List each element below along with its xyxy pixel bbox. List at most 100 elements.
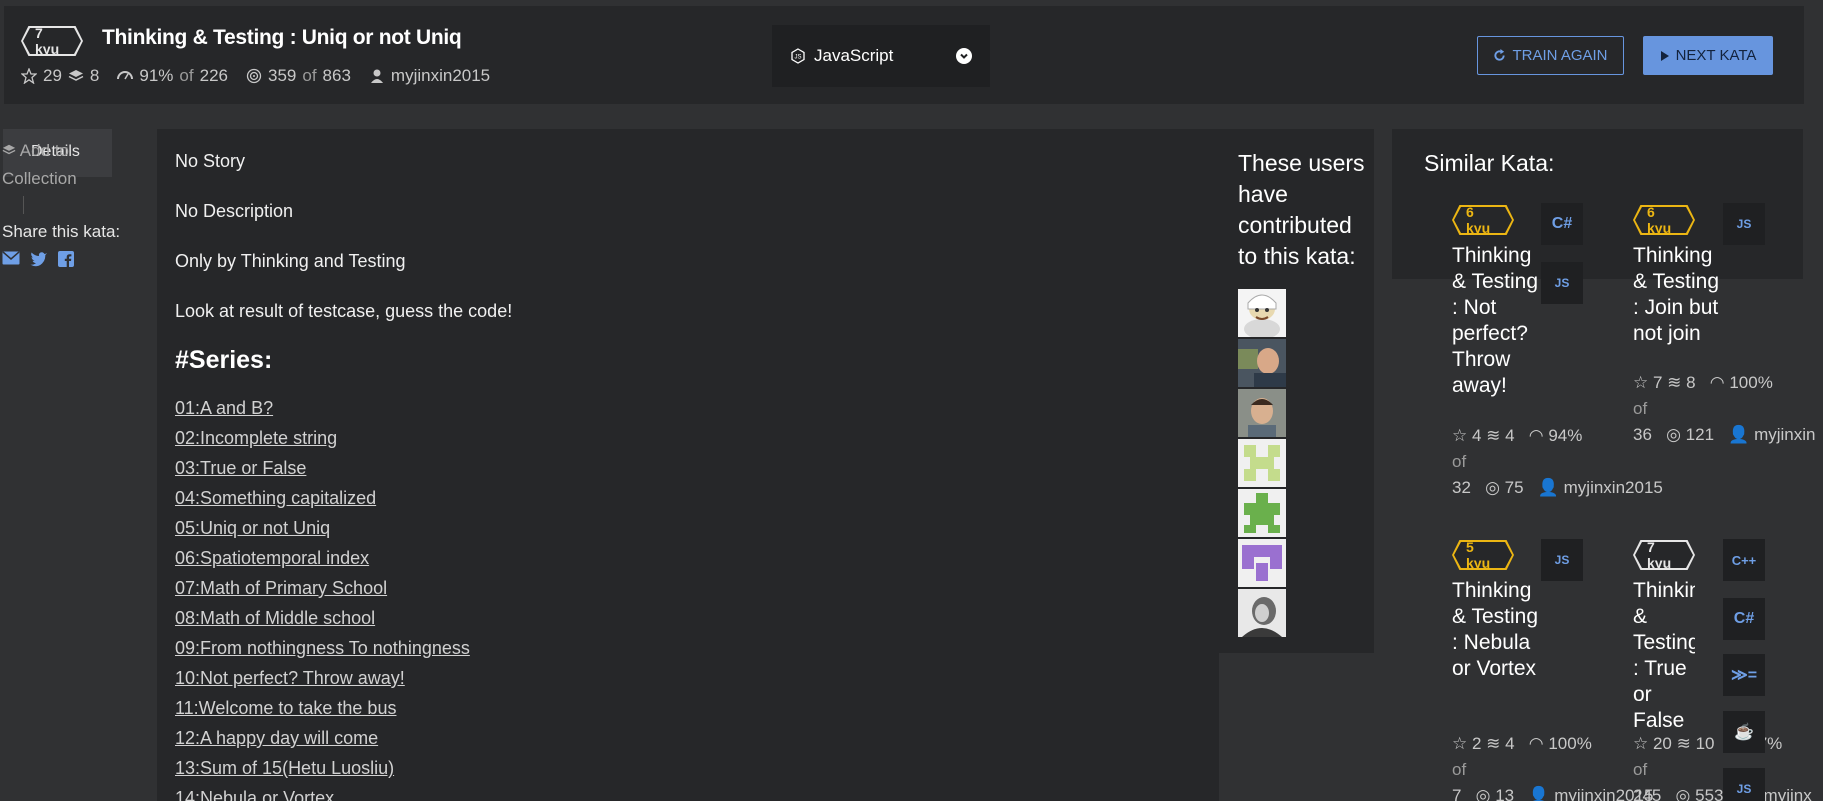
avatar[interactable] bbox=[1238, 439, 1286, 487]
list-item: 12:A happy day will come bbox=[175, 723, 1075, 753]
series-link[interactable]: 14:Nebula or Vortex bbox=[175, 788, 334, 801]
similar-kata-card[interactable]: 7 kyu Thinking & Testing : True or False bbox=[1633, 539, 1695, 734]
description-paragraph: Only by Thinking and Testing bbox=[175, 251, 406, 271]
series-link[interactable]: 11:Welcome to take the bus bbox=[175, 698, 396, 718]
author-link[interactable]: myjinxin2015 bbox=[391, 66, 490, 86]
similar-kata-name[interactable]: Thinking & Testing : Nebula or Vortex bbox=[1452, 578, 1542, 682]
similar-kata-card[interactable]: 6 kyu Thinking & Testing : Join but not … bbox=[1633, 204, 1723, 347]
csharp-icon[interactable]: C# bbox=[1723, 598, 1765, 640]
star-icon[interactable] bbox=[21, 68, 37, 84]
avatar[interactable] bbox=[1238, 489, 1286, 537]
series-link[interactable]: 12:A happy day will come bbox=[175, 728, 378, 748]
series-heading: #Series: bbox=[175, 346, 273, 374]
series-link[interactable]: 02:Incomplete string bbox=[175, 428, 337, 448]
description-paragraph: No Story bbox=[175, 151, 246, 171]
kyu-badge: 6 kyu bbox=[1633, 205, 1695, 235]
satisfaction-icon bbox=[117, 71, 134, 80]
list-item: 10:Not perfect? Throw away! bbox=[175, 663, 1075, 693]
similar-kata-name[interactable]: Thinking & Testing : Join but not join bbox=[1633, 243, 1723, 347]
similar-kata-title: Similar Kata: bbox=[1424, 150, 1555, 176]
list-item: 08:Math of Middle school bbox=[175, 603, 1075, 633]
javascript-icon[interactable]: JS bbox=[1541, 262, 1583, 304]
csharp-icon[interactable]: C# bbox=[1541, 203, 1583, 245]
list-item: 04:Something capitalized bbox=[175, 483, 1075, 513]
kyu-badge: 5 kyu bbox=[1452, 540, 1514, 570]
list-item: 03:True or False bbox=[175, 453, 1075, 483]
series-link[interactable]: 07:Math of Primary School bbox=[175, 578, 387, 598]
satisfaction-value: 91% bbox=[139, 66, 174, 85]
avatar[interactable] bbox=[1238, 339, 1286, 387]
refresh-icon bbox=[1494, 49, 1506, 61]
series-link[interactable]: 05:Uniq or not Uniq bbox=[175, 518, 330, 538]
java-icon[interactable]: ☕ bbox=[1723, 711, 1765, 753]
similar-kata-card[interactable]: 6 kyu Thinking & Testing : Not perfect? … bbox=[1452, 204, 1542, 399]
avatar[interactable] bbox=[1238, 589, 1286, 637]
series-link[interactable]: 01:A and B? bbox=[175, 398, 273, 418]
series-link[interactable]: 04:Something capitalized bbox=[175, 488, 376, 508]
kyu-badge: 7 kyu bbox=[21, 26, 83, 56]
chevron-down-icon bbox=[956, 48, 972, 64]
contributors-title: These users have contributed to this kat… bbox=[1238, 150, 1365, 269]
list-item: 01:A and B? bbox=[175, 393, 1075, 423]
cpp-icon[interactable]: C++ bbox=[1723, 539, 1765, 581]
javascript-icon[interactable]: JS bbox=[1723, 768, 1765, 801]
twitter-icon[interactable] bbox=[30, 251, 48, 267]
series-link[interactable]: 09:From nothingness To nothingness bbox=[175, 638, 470, 658]
language-label: JavaScript bbox=[814, 46, 894, 65]
description-paragraph: No Description bbox=[175, 201, 294, 221]
list-item: 05:Uniq or not Uniq bbox=[175, 513, 1075, 543]
avatar[interactable] bbox=[1238, 289, 1286, 337]
train-again-label: TRAIN AGAIN bbox=[1512, 47, 1608, 64]
collections-icon bbox=[68, 70, 84, 81]
language-select[interactable]: JS JavaScript bbox=[772, 25, 990, 87]
share-label: Share this kata: bbox=[2, 222, 121, 241]
javascript-icon: JS bbox=[791, 48, 805, 64]
of-label-2: of bbox=[302, 66, 317, 85]
list-item: 14:Nebula or Vortex bbox=[175, 783, 1075, 801]
series-link[interactable]: 10:Not perfect? Throw away! bbox=[175, 668, 405, 688]
completions-icon bbox=[246, 68, 262, 84]
haskell-icon[interactable]: ≫= bbox=[1723, 654, 1765, 696]
next-kata-button[interactable]: NEXT KATA bbox=[1643, 36, 1773, 75]
series-list: 01:A and B? 02:Incomplete string 03:True… bbox=[175, 393, 1075, 801]
svg-text:JS: JS bbox=[794, 55, 801, 61]
contributor-avatars bbox=[1238, 289, 1286, 637]
avatar[interactable] bbox=[1238, 389, 1286, 437]
train-again-button[interactable]: TRAIN AGAIN bbox=[1477, 36, 1624, 75]
avatar[interactable] bbox=[1238, 539, 1286, 587]
add-to-collection-link[interactable]: Add to Collection bbox=[2, 137, 112, 193]
list-item: 02:Incomplete string bbox=[175, 423, 1075, 453]
similar-kata-card[interactable]: 5 kyu Thinking & Testing : Nebula or Vor… bbox=[1452, 539, 1542, 682]
kyu-badge: 7 kyu bbox=[1633, 540, 1695, 570]
stars-count: 29 bbox=[43, 66, 62, 85]
next-kata-label: NEXT KATA bbox=[1675, 47, 1757, 64]
similar-kata-stats: ☆ 7 ≋ 8 ◠ 100% of 36 ◎ 121 👤 myjinxin bbox=[1633, 373, 1816, 444]
list-item: 11:Welcome to take the bus bbox=[175, 693, 1075, 723]
votes-count: 226 bbox=[199, 66, 228, 85]
list-item: 07:Math of Primary School bbox=[175, 573, 1075, 603]
collection-icon bbox=[2, 144, 16, 155]
similar-kata-name[interactable]: Thinking & Testing : Not perfect? Throw … bbox=[1452, 243, 1542, 399]
description-paragraph: Look at result of testcase, guess the co… bbox=[175, 301, 513, 321]
of-label: of bbox=[179, 66, 194, 85]
email-icon[interactable] bbox=[2, 251, 20, 265]
series-link[interactable]: 03:True or False bbox=[175, 458, 306, 478]
facebook-icon[interactable] bbox=[58, 251, 74, 267]
kata-stats: 29 8 91% of 226 359 of 863 myjinxin2015 bbox=[21, 66, 490, 86]
list-item: 09:From nothingness To nothingness bbox=[175, 633, 1075, 663]
javascript-icon[interactable]: JS bbox=[1723, 203, 1765, 245]
series-link[interactable]: 13:Sum of 15(Hetu Luosliu) bbox=[175, 758, 394, 778]
total-completions: 863 bbox=[322, 66, 351, 85]
sidebar-divider bbox=[23, 196, 24, 214]
javascript-icon[interactable]: JS bbox=[1541, 539, 1583, 581]
series-link[interactable]: 08:Math of Middle school bbox=[175, 608, 375, 628]
series-link[interactable]: 06:Spatiotemporal index bbox=[175, 548, 369, 568]
completions-count: 359 bbox=[267, 66, 297, 85]
share-icons bbox=[2, 251, 74, 267]
collections-count: 8 bbox=[89, 66, 100, 85]
user-icon bbox=[370, 69, 383, 83]
kata-title: Thinking & Testing : Uniq or not Uniq bbox=[102, 26, 462, 49]
kyu-badge: 6 kyu bbox=[1452, 205, 1514, 235]
kata-description: No Story No Description Only by Thinking… bbox=[175, 150, 1075, 801]
similar-kata-name[interactable]: Thinking & Testing : True or False bbox=[1633, 578, 1695, 734]
